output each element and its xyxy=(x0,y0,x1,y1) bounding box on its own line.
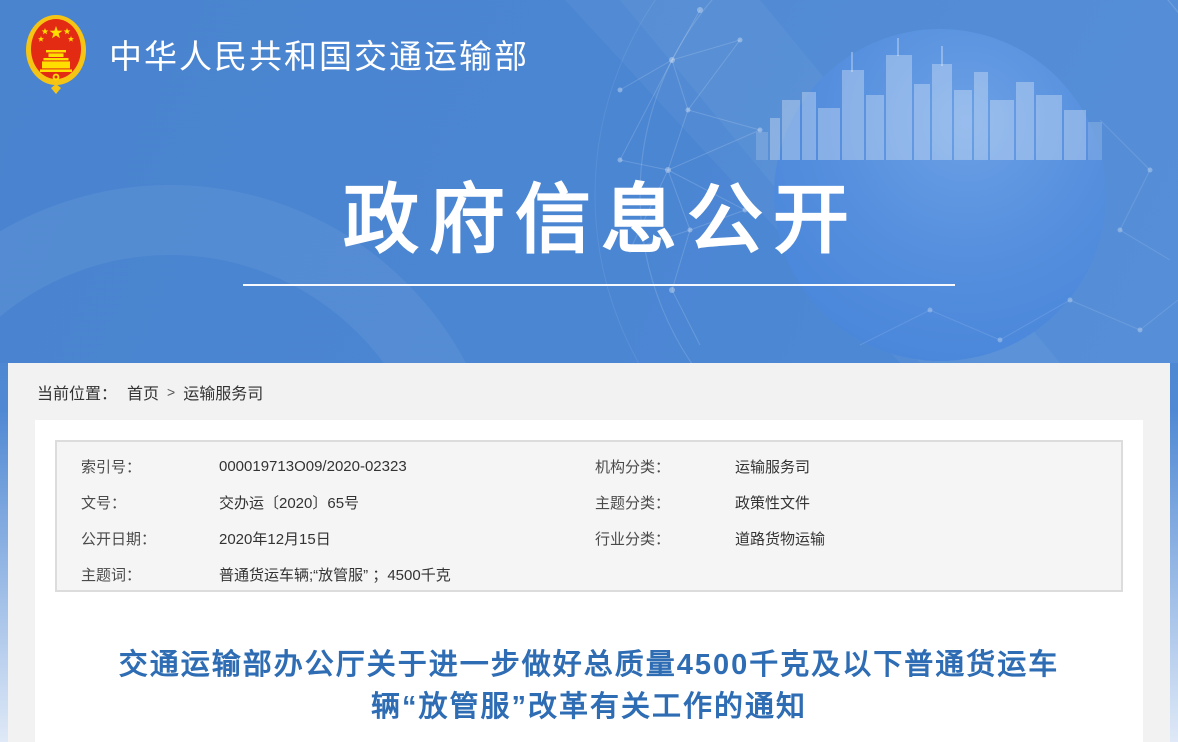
meta-label-org: 机构分类： xyxy=(595,456,735,477)
site-name[interactable]: 中华人民共和国交通运输部 xyxy=(109,30,529,78)
meta-label-date: 公开日期： xyxy=(81,528,219,549)
breadcrumb-separator-icon: > xyxy=(167,384,175,400)
banner-title-block: 政府信息公开 xyxy=(0,158,1178,286)
meta-table: 索引号： 000019713O09/2020-02323 机构分类： 运输服务司… xyxy=(55,440,1123,592)
breadcrumb-link-home[interactable]: 首页 xyxy=(127,380,159,404)
content-card: 索引号： 000019713O09/2020-02323 机构分类： 运输服务司… xyxy=(35,420,1143,742)
page-root: 中华人民共和国交通运输部 政府信息公开 当前位置： 首页 > 运输服务司 索引号… xyxy=(0,0,1178,742)
breadcrumb: 当前位置： 首页 > 运输服务司 xyxy=(8,363,1170,420)
meta-value-keywords: 普通货运车辆;“放管服” ；4500千克 xyxy=(219,564,595,585)
meta-label-keywords: 主题词： xyxy=(81,564,219,585)
banner-title: 政府信息公开 xyxy=(343,158,859,268)
meta-value-index: 000019713O09/2020-02323 xyxy=(219,458,595,475)
meta-label-industry: 行业分类： xyxy=(595,528,735,549)
breadcrumb-link-department[interactable]: 运输服务司 xyxy=(183,380,263,404)
site-brand[interactable]: 中华人民共和国交通运输部 xyxy=(25,14,529,94)
meta-value-date: 2020年12月15日 xyxy=(219,528,595,549)
skyline-silhouette xyxy=(770,38,1086,160)
meta-value-topic: 政策性文件 xyxy=(735,492,1111,513)
site-banner: 中华人民共和国交通运输部 政府信息公开 xyxy=(0,0,1178,363)
national-emblem-icon xyxy=(25,14,87,94)
meta-label-docnum: 文号： xyxy=(81,492,219,513)
breadcrumb-label: 当前位置： xyxy=(37,380,117,404)
banner-underline xyxy=(243,284,955,286)
article-title: 交通运输部办公厅关于进一步做好总质量4500千克及以下普通货运车辆“放管服”改革… xyxy=(89,644,1089,728)
meta-value-industry: 道路货物运输 xyxy=(735,528,1111,549)
content-background: 当前位置： 首页 > 运输服务司 索引号： 000019713O09/2020-… xyxy=(8,363,1170,742)
meta-label-topic: 主题分类： xyxy=(595,492,735,513)
meta-value-docnum: 交办运〔2020〕65号 xyxy=(219,492,595,513)
meta-label-index: 索引号： xyxy=(81,456,219,477)
meta-value-org: 运输服务司 xyxy=(735,456,1111,477)
